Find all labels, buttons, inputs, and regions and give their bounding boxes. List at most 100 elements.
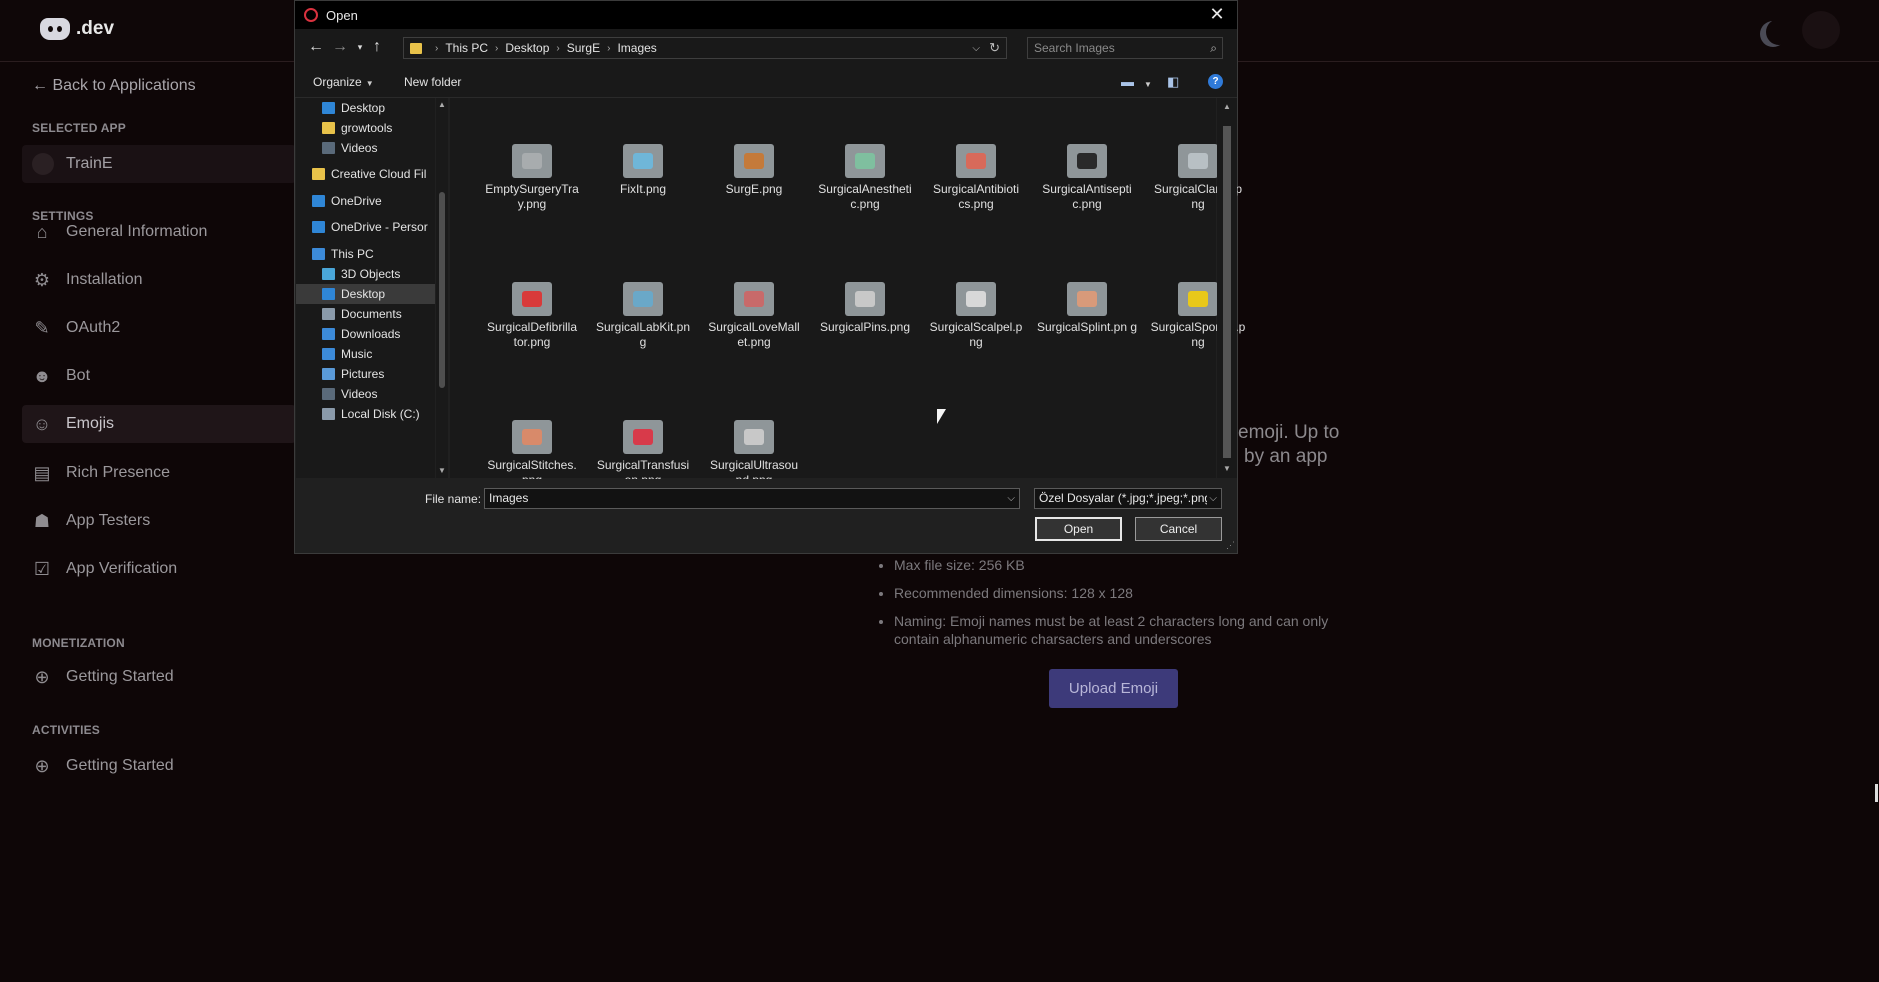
search-input[interactable]: Search Images ⌕	[1027, 37, 1223, 59]
tree-item[interactable]: Downloads	[296, 324, 435, 344]
scroll-down-icon[interactable]: ▼	[1223, 464, 1231, 473]
tree-item[interactable]: OneDrive - Persor	[296, 217, 435, 237]
scrollbar-thumb[interactable]	[439, 192, 445, 388]
sidebar-item-general-information[interactable]: ⌂ General Information	[22, 213, 296, 251]
sidebar-item-installation[interactable]: ⚙ Installation	[22, 261, 296, 299]
sidebar-item-app-testers[interactable]: ☗ App Testers	[22, 502, 296, 540]
tree-item[interactable]: OneDrive	[296, 191, 435, 211]
selected-app-dropdown[interactable]: TrainE	[22, 145, 296, 183]
help-icon[interactable]: ?	[1208, 74, 1223, 89]
image-thumbnail-icon	[734, 144, 774, 178]
file-name-label: File name:	[425, 492, 482, 506]
sidebar-item-oauth2[interactable]: ✎ OAuth2	[22, 309, 296, 347]
chevron-down-icon[interactable]: ⌵	[972, 43, 980, 54]
tree-item[interactable]: Local Disk (C:)	[296, 404, 435, 424]
chevron-down-icon[interactable]: ▼	[1140, 76, 1152, 90]
chevron-down-icon[interactable]: ⌵	[1007, 489, 1015, 508]
tree-item[interactable]: Music	[296, 344, 435, 364]
file-item[interactable]: SurgicalSplint.pn g	[1035, 282, 1139, 335]
view-options-icon[interactable]: ▬	[1121, 74, 1134, 89]
file-name-input[interactable]: Images ⌵	[484, 488, 1020, 509]
back-arrow-icon[interactable]: ←	[307, 38, 325, 56]
refresh-icon[interactable]: ↻	[989, 40, 1000, 56]
search-icon: ⌕	[1210, 41, 1217, 55]
close-icon[interactable]: ✕	[1205, 4, 1229, 25]
breadcrumb-surge[interactable]: SurgE	[567, 41, 600, 55]
scroll-down-icon[interactable]: ▼	[438, 466, 446, 475]
dialog-titlebar: Open ✕	[295, 1, 1237, 29]
scrollbar-thumb[interactable]	[1223, 126, 1231, 458]
sidebar-item-rich-presence[interactable]: ▤ Rich Presence	[22, 454, 296, 492]
sidebar-item-emojis[interactable]: ☺ Emojis	[22, 405, 296, 443]
folder-icon	[322, 348, 335, 360]
tree-item[interactable]: growtools	[296, 118, 435, 138]
folder-icon	[322, 122, 335, 134]
image-thumbnail-icon	[623, 282, 663, 316]
cancel-button[interactable]: Cancel	[1135, 517, 1222, 541]
tree-item[interactable]: Desktop	[296, 98, 435, 118]
tree-item[interactable]: Videos	[296, 138, 435, 158]
resize-grip-icon[interactable]: ⋰	[1226, 540, 1235, 551]
sidebar-item-activities-getting-started[interactable]: ⊕ Getting Started	[22, 747, 296, 785]
file-item[interactable]: SurgicalAnestheti c.png	[813, 144, 917, 212]
new-folder-button[interactable]: New folder	[404, 75, 461, 89]
monetization-label: MONETIZATION	[32, 636, 125, 650]
scroll-up-icon[interactable]: ▲	[1223, 102, 1231, 111]
address-bar[interactable]: › This PC › Desktop › SurgE › Images ⌵ ↻	[403, 37, 1007, 59]
arrow-left-icon: ←	[32, 77, 48, 94]
tree-item[interactable]: Videos	[296, 384, 435, 404]
file-name: FixIt.png	[619, 182, 667, 196]
recent-locations-chevron-icon[interactable]: ▾	[351, 42, 369, 53]
open-button[interactable]: Open	[1035, 517, 1122, 541]
file-list-scrollbar[interactable]: ▲ ▼	[1217, 98, 1237, 478]
file-item[interactable]: FixIt.png	[591, 144, 695, 197]
file-item[interactable]: SurgE.png	[702, 144, 806, 197]
image-thumbnail-icon	[512, 420, 552, 454]
file-item[interactable]: SurgicalLoveMall et.png	[702, 282, 806, 350]
tree-item[interactable]: Desktop	[296, 284, 435, 304]
dialog-title: Open	[326, 7, 358, 23]
breadcrumb-images[interactable]: Images	[617, 41, 656, 55]
sidebar-item-monetization-getting-started[interactable]: ⊕ Getting Started	[22, 658, 296, 696]
breadcrumb-desktop[interactable]: Desktop	[505, 41, 549, 55]
scroll-up-icon[interactable]: ▲	[438, 100, 446, 109]
tree-item[interactable]: This PC	[296, 244, 435, 264]
forward-arrow-icon[interactable]: →	[331, 38, 349, 56]
sidebar-item-bot[interactable]: ☻ Bot	[22, 357, 296, 395]
file-item[interactable]: SurgicalStitches. png	[480, 420, 584, 488]
navigation-pane-scrollbar[interactable]: ▲ ▼	[436, 98, 448, 478]
file-item[interactable]: SurgicalUltrasou nd.png	[702, 420, 806, 488]
file-item[interactable]: SurgicalLabKit.pn g	[591, 282, 695, 350]
sidebar-item-app-verification[interactable]: ☑ App Verification	[22, 550, 296, 588]
folder-icon	[312, 248, 325, 260]
file-item[interactable]: SurgicalTransfusi on.png	[591, 420, 695, 488]
up-arrow-icon[interactable]: ↑	[368, 38, 386, 56]
page-scrollbar[interactable]	[1875, 784, 1878, 802]
preview-pane-icon[interactable]: ◧	[1167, 74, 1179, 90]
tree-item[interactable]: 3D Objects	[296, 264, 435, 284]
file-type-select[interactable]: Özel Dosyalar (*.jpg;*.jpeg;*.png ⌵	[1034, 488, 1222, 509]
file-name: SurgicalAntibioti cs.png	[932, 182, 1020, 211]
file-item[interactable]: EmptySurgeryTra y.png	[480, 144, 584, 212]
file-list: EmptySurgeryTra y.png FixIt.png SurgE.png S…	[450, 98, 1245, 487]
organize-button[interactable]: Organize ▼	[313, 75, 374, 89]
file-item[interactable]: SurgicalScalpel.p ng	[924, 282, 1028, 350]
back-to-applications-link[interactable]: ← Back to Applications	[32, 77, 196, 95]
requirement-item: Max file size: 256 KB	[894, 556, 1364, 574]
file-item[interactable]: SurgicalAntibioti cs.png	[924, 144, 1028, 212]
file-item[interactable]: SurgicalPins.png	[813, 282, 917, 335]
file-item[interactable]: SurgicalDefibrilla tor.png	[480, 282, 584, 350]
file-item[interactable]: SurgicalAntisepti c.png	[1035, 144, 1139, 212]
tree-item[interactable]: Creative Cloud Fil	[296, 164, 435, 184]
chevron-down-icon: ⌵	[1207, 489, 1217, 508]
image-thumbnail-icon	[1067, 144, 1107, 178]
mouse-cursor	[937, 409, 946, 424]
avatar[interactable]	[1802, 11, 1840, 49]
tree-item[interactable]: Documents	[296, 304, 435, 324]
tree-item[interactable]: Pictures	[296, 364, 435, 384]
discord-logo[interactable]: .dev	[40, 18, 114, 40]
chevron-right-icon: ›	[607, 42, 611, 54]
moon-icon[interactable]	[1766, 19, 1792, 45]
upload-emoji-button[interactable]: Upload Emoji	[1049, 669, 1178, 708]
breadcrumb-this-pc[interactable]: This PC	[445, 41, 488, 55]
